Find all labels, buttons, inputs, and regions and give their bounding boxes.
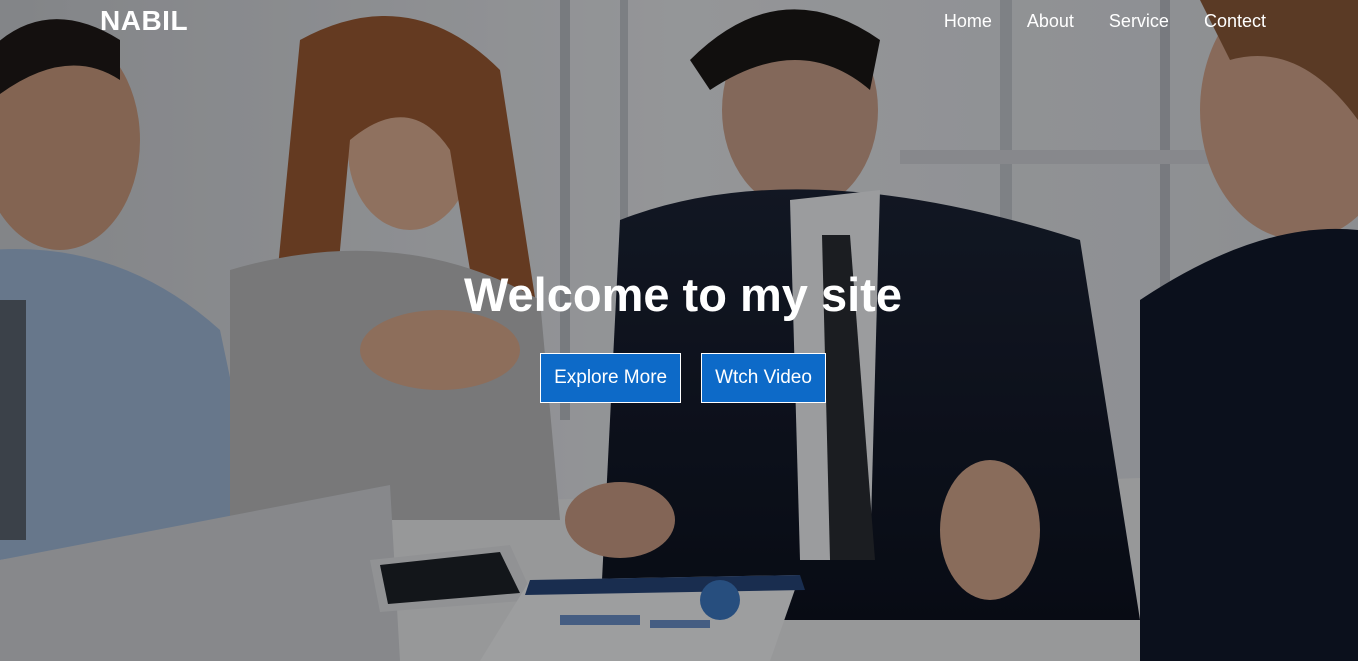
nav-item-contact[interactable]: Contect bbox=[1204, 11, 1266, 32]
navbar: NABIL Home About Service Contect bbox=[0, 0, 1358, 44]
watch-video-button[interactable]: Wtch Video bbox=[701, 353, 826, 403]
nav-menu: Home About Service Contect bbox=[909, 11, 1266, 32]
nav-item-about[interactable]: About bbox=[1027, 11, 1074, 32]
hero-button-row: Explore More Wtch Video bbox=[0, 353, 1358, 403]
nav-item-service[interactable]: Service bbox=[1109, 11, 1169, 32]
hero-content: Welcome to my site Explore More Wtch Vid… bbox=[0, 266, 1358, 403]
explore-more-button[interactable]: Explore More bbox=[540, 353, 682, 403]
nav-item-home[interactable]: Home bbox=[944, 11, 992, 32]
brand-logo[interactable]: NABIL bbox=[100, 5, 188, 37]
hero-section: NABIL Home About Service Contect Welcome… bbox=[0, 0, 1358, 661]
hero-title: Welcome to my site bbox=[464, 268, 902, 321]
